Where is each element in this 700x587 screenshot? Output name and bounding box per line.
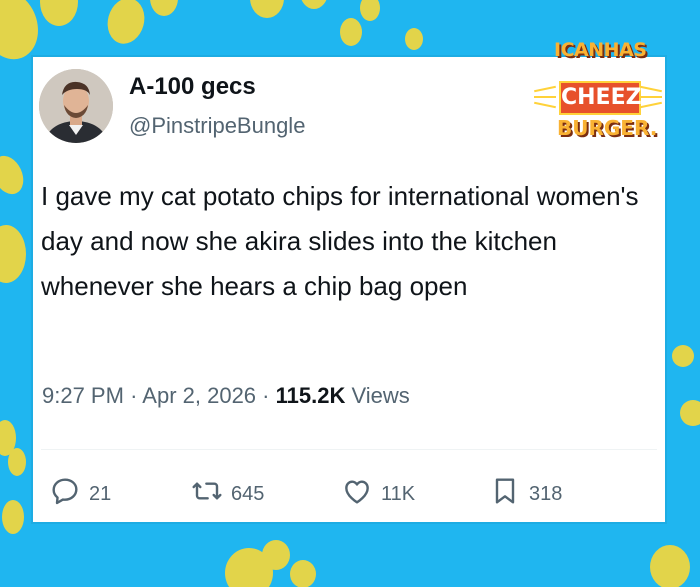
reply-icon	[49, 475, 81, 513]
bookmark-icon	[489, 475, 521, 513]
views-label: Views	[351, 383, 410, 408]
meta-separator: ·	[130, 383, 138, 408]
display-name[interactable]: A-100 gecs	[129, 73, 256, 101]
views-count: 115.2K	[275, 383, 346, 408]
action-bar: 21 645 11K 318	[49, 475, 649, 515]
tweet-meta: 9:27 PM · Apr 2, 2026 · 115.2K Views	[42, 383, 410, 409]
reply-count: 21	[89, 482, 112, 505]
user-handle[interactable]: @PinstripeBungle	[129, 113, 305, 139]
tweet-time[interactable]: 9:27 PM	[42, 383, 124, 408]
retweet-button[interactable]: 645	[191, 475, 264, 513]
tweet-date[interactable]: Apr 2, 2026	[142, 383, 256, 408]
like-button[interactable]: 11K	[341, 475, 415, 513]
logo-line-top: ICANHAS	[554, 39, 647, 61]
retweet-icon	[191, 475, 223, 513]
divider	[41, 449, 657, 450]
bookmark-button[interactable]: 318	[489, 475, 562, 513]
logo-line-middle: CHEEZ	[559, 81, 642, 115]
avatar[interactable]	[39, 69, 113, 143]
heart-icon	[341, 475, 373, 513]
cheezburger-logo: ICANHAS CHEEZ BURGER.	[532, 26, 662, 140]
bookmark-count: 318	[529, 482, 563, 505]
logo-line-bottom: BURGER.	[557, 116, 658, 140]
meta-separator: ·	[262, 383, 270, 408]
like-count: 11K	[381, 482, 416, 505]
reply-button[interactable]: 21	[49, 475, 111, 513]
retweet-count: 645	[231, 482, 265, 505]
tweet-text: I gave my cat potato chips for internati…	[41, 181, 639, 301]
